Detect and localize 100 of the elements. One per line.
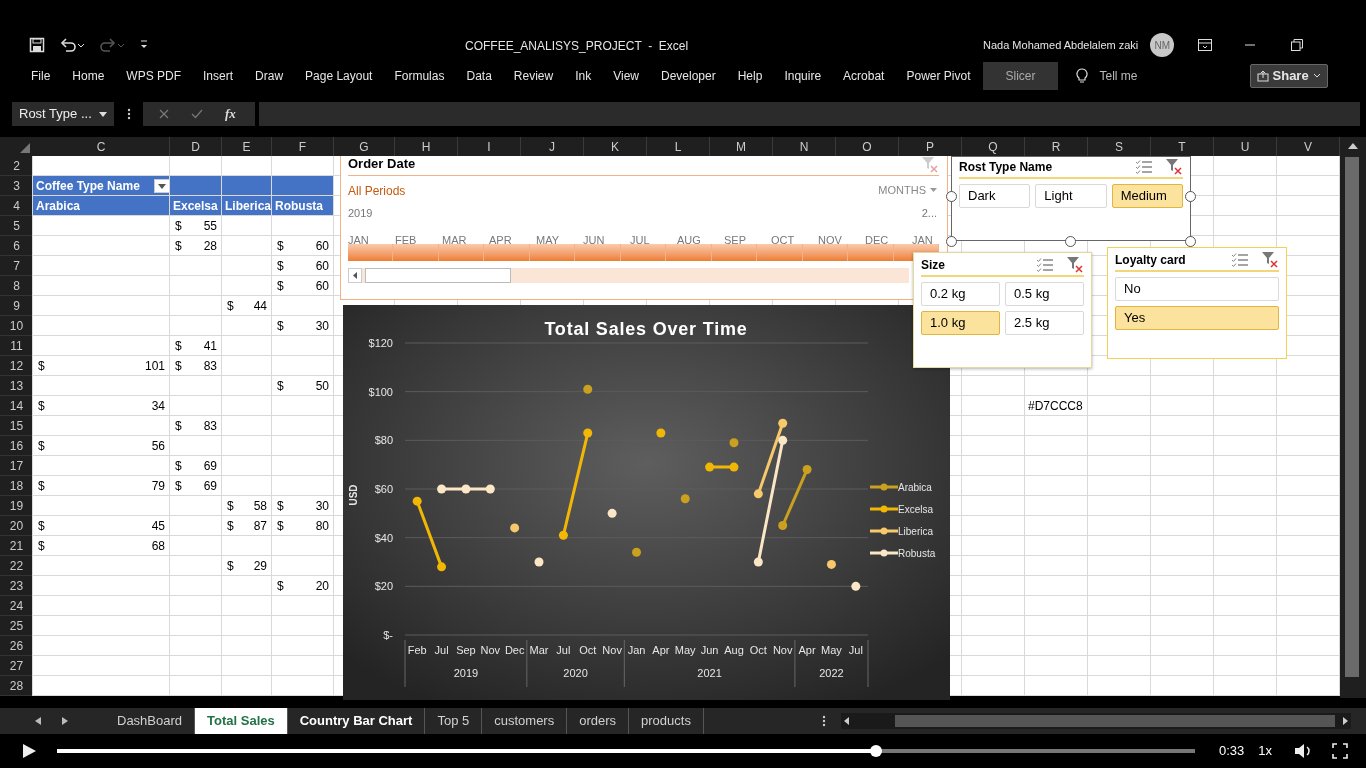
horizontal-scrollbar[interactable] <box>840 713 1351 729</box>
customize-caret-icon[interactable] <box>139 39 149 51</box>
ribbon-tab[interactable]: View <box>604 62 648 90</box>
progress-thumb[interactable] <box>870 745 883 757</box>
play-icon[interactable] <box>21 743 37 759</box>
ribbon-tab[interactable]: WPS PDF <box>117 62 191 90</box>
column-header[interactable]: O <box>836 137 899 156</box>
row-header[interactable]: 16 <box>0 436 33 456</box>
row-header[interactable]: 4 <box>0 196 33 216</box>
slicer-panel[interactable]: Size 0.2 kg 0.5 kg 1.0 kg 2.5 kg <box>913 252 1092 368</box>
slicer-item[interactable]: 1.0 kg <box>921 311 1000 335</box>
ribbon-tab[interactable]: Help <box>728 62 772 90</box>
ribbon-tab[interactable]: Insert <box>194 62 243 90</box>
ribbon-tab[interactable]: Ink <box>566 62 601 90</box>
tell-me-search[interactable]: Tell me <box>1099 67 1138 85</box>
column-header[interactable]: J <box>521 137 584 156</box>
column-header[interactable]: G <box>334 137 395 156</box>
ribbon-tab[interactable]: Developer <box>652 62 725 90</box>
ribbon-tab[interactable]: Acrobat <box>834 62 894 90</box>
fullscreen-icon[interactable] <box>1332 743 1349 759</box>
slicer-panel[interactable]: Loyalty card No Yes <box>1107 247 1287 359</box>
timeline-scrollbar[interactable] <box>348 268 909 283</box>
pivot-column-header[interactable]: Arabica <box>33 196 170 216</box>
more-options-icon[interactable] <box>127 108 131 120</box>
scroll-up-icon[interactable] <box>1348 142 1358 150</box>
slicer-panel[interactable]: Rost Type Name Dark Light Medium <box>951 156 1191 241</box>
column-header[interactable]: H <box>395 137 458 156</box>
column-header[interactable]: Q <box>962 137 1025 156</box>
column-header[interactable]: D <box>170 137 222 156</box>
previous-sheet-icon[interactable] <box>35 717 41 725</box>
column-header[interactable]: L <box>647 137 710 156</box>
column-header[interactable]: E <box>222 137 272 156</box>
pivot-column-header[interactable]: Liberica <box>222 196 272 216</box>
select-all-button[interactable] <box>0 137 33 156</box>
column-header[interactable]: M <box>710 137 773 156</box>
slicer-item[interactable]: 2.5 kg <box>1005 311 1084 335</box>
share-button[interactable]: Share <box>1249 64 1328 88</box>
resize-handle[interactable] <box>1065 236 1076 247</box>
column-header[interactable]: N <box>773 137 836 156</box>
column-header[interactable]: S <box>1088 137 1151 156</box>
row-header[interactable]: 10 <box>0 316 33 336</box>
ribbon-display-icon[interactable] <box>1198 39 1213 51</box>
user-avatar[interactable]: NM <box>1150 33 1175 57</box>
row-header[interactable]: 8 <box>0 276 33 296</box>
select-all-icon[interactable] <box>20 143 30 153</box>
column-header[interactable]: T <box>1151 137 1214 156</box>
row-header[interactable]: 24 <box>0 596 33 616</box>
clear-filter-icon[interactable] <box>1165 158 1183 176</box>
slicer-item[interactable]: No <box>1115 277 1279 301</box>
row-header[interactable]: 18 <box>0 476 33 496</box>
ribbon-tab[interactable]: Home <box>63 62 114 90</box>
column-header[interactable]: V <box>1277 137 1340 156</box>
ribbon-tab[interactable]: Page Layout <box>296 62 382 90</box>
ribbon-tab[interactable]: Power Pivot <box>897 62 980 90</box>
row-header[interactable]: 15 <box>0 416 33 436</box>
clear-filter-icon[interactable] <box>1066 256 1084 274</box>
insert-function-button[interactable]: fx <box>225 104 236 124</box>
clear-filter-icon[interactable] <box>1261 251 1279 269</box>
scroll-left-icon[interactable] <box>348 268 362 283</box>
row-header[interactable]: 9 <box>0 296 33 316</box>
row-header[interactable]: 20 <box>0 516 33 536</box>
row-header[interactable]: 26 <box>0 636 33 656</box>
column-header[interactable]: R <box>1025 137 1088 156</box>
ribbon-tab[interactable]: File <box>22 62 60 90</box>
resize-handle[interactable] <box>1185 236 1196 247</box>
row-header[interactable]: 11 <box>0 336 33 356</box>
slicer-item[interactable]: 0.2 kg <box>921 282 1000 306</box>
name-box[interactable]: Rost Type ... <box>12 102 114 126</box>
row-header[interactable]: 25 <box>0 616 33 636</box>
filter-dropdown-icon[interactable] <box>154 179 170 193</box>
row-header[interactable]: 19 <box>0 496 33 516</box>
resize-handle[interactable] <box>946 236 957 247</box>
row-header[interactable]: 28 <box>0 676 33 696</box>
row-header[interactable]: 13 <box>0 376 33 396</box>
sheet-tab[interactable]: Total Sales <box>195 708 288 734</box>
pivot-column-header[interactable]: Excelsa <box>170 196 222 216</box>
column-header[interactable]: P <box>899 137 962 156</box>
lightbulb-icon[interactable] <box>1075 68 1088 84</box>
more-options-icon[interactable] <box>821 715 826 727</box>
slicer-item[interactable]: Yes <box>1115 306 1279 330</box>
row-header[interactable]: 12 <box>0 356 33 376</box>
cancel-icon[interactable] <box>159 109 169 119</box>
column-header[interactable]: U <box>1214 137 1277 156</box>
slicer-item[interactable]: Medium <box>1111 184 1183 208</box>
row-header[interactable]: 5 <box>0 216 33 236</box>
ribbon-tab[interactable]: Review <box>504 62 563 90</box>
pivot-column-header[interactable]: Robusta <box>272 196 334 216</box>
row-header[interactable]: 27 <box>0 656 33 676</box>
ribbon-tab[interactable]: Formulas <box>385 62 454 90</box>
save-icon[interactable] <box>29 37 45 53</box>
next-sheet-icon[interactable] <box>62 717 68 725</box>
slicer-item[interactable]: Dark <box>959 184 1031 208</box>
enter-icon[interactable] <box>191 109 203 119</box>
resize-handle[interactable] <box>1185 191 1196 202</box>
playback-speed-button[interactable]: 1x <box>1258 741 1273 761</box>
row-header[interactable]: 6 <box>0 236 33 256</box>
row-header[interactable]: 3 <box>0 176 33 196</box>
time-level-dropdown[interactable]: MONTHS <box>878 182 937 199</box>
column-header[interactable]: F <box>272 137 334 156</box>
resize-handle[interactable] <box>946 191 957 202</box>
